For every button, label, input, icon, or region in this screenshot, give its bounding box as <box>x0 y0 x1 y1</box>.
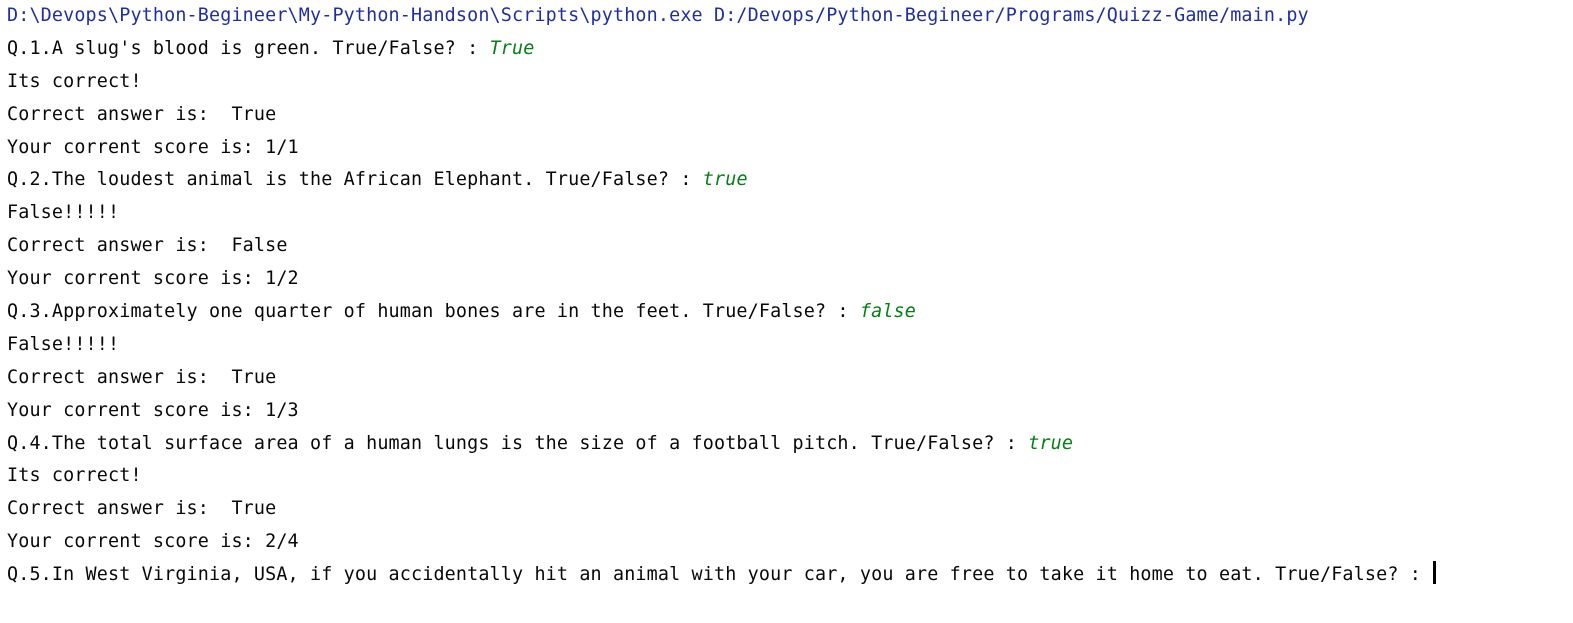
correct-answer-4: Correct answer is: True <box>7 498 277 520</box>
run-console-output[interactable]: D:\Devops\Python-Begineer\My-Python-Hand… <box>7 2 1573 594</box>
correct-answer-3: Correct answer is: True <box>7 366 277 388</box>
run-command-line: D:\Devops\Python-Begineer\My-Python-Hand… <box>7 5 1309 26</box>
user-answer-1: True <box>489 37 535 59</box>
verdict-4: Its correct! <box>7 465 142 487</box>
question-5-text: Q.5.In West Virginia, USA, if you accide… <box>7 564 1433 586</box>
verdict-1: Its correct! <box>7 70 142 92</box>
user-answer-2: true <box>702 169 748 191</box>
user-answer-3: false <box>859 301 917 323</box>
question-3-line: Q.3.Approximately one quarter of human b… <box>7 298 1573 331</box>
question-1-line: Q.1.A slug's blood is green. True/False?… <box>7 35 1573 68</box>
correct-answer-1: Correct answer is: True <box>7 103 277 125</box>
score-3: Your corrent score is: 1/3 <box>7 399 299 421</box>
user-answer-4: true <box>1028 432 1074 454</box>
question-3-text: Q.3.Approximately one quarter of human b… <box>7 301 860 323</box>
question-2-text: Q.2.The loudest animal is the African El… <box>7 169 703 191</box>
question-4-line: Q.4.The total surface area of a human lu… <box>7 430 1573 463</box>
correct-answer-2: Correct answer is: False <box>7 235 288 257</box>
question-1-text: Q.1.A slug's blood is green. True/False?… <box>7 37 490 59</box>
verdict-2: False!!!!! <box>7 202 120 224</box>
score-4: Your corrent score is: 2/4 <box>7 531 299 553</box>
verdict-3: False!!!!! <box>7 333 120 355</box>
question-4-text: Q.4.The total surface area of a human lu… <box>7 432 1029 454</box>
question-5-line[interactable]: Q.5.In West Virginia, USA, if you accide… <box>7 561 1573 594</box>
input-caret[interactable] <box>1433 561 1436 585</box>
score-1: Your corrent score is: 1/1 <box>7 136 299 158</box>
score-2: Your corrent score is: 1/2 <box>7 268 299 290</box>
question-2-line: Q.2.The loudest animal is the African El… <box>7 166 1573 199</box>
